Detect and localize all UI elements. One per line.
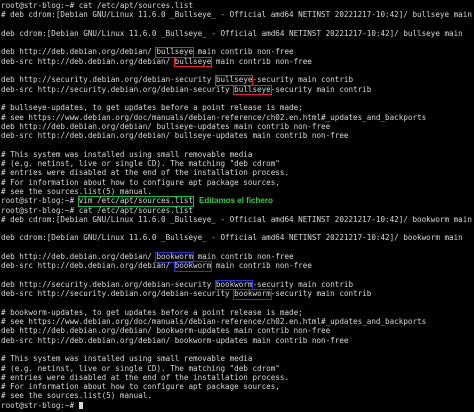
terminal-text: deb http://deb.debian.org/debian/ bookwo…	[1, 326, 331, 336]
terminal-line: deb-src http://deb.debian.org/debian/ bu…	[0, 56, 474, 68]
terminal-line: # deb cdrom:[Debian GNU/Linux 11.6.0 _Bu…	[0, 10, 474, 19]
terminal-line: deb http://security.debian.org/debian-se…	[0, 75, 474, 86]
terminal-line: # For information about how to configure…	[0, 382, 474, 391]
terminal-text: main contrib non-free	[211, 261, 312, 271]
terminal-text: main contrib non-free	[193, 252, 294, 262]
terminal-text: # see https://www.debian.org/doc/manuals…	[1, 317, 427, 327]
terminal-text: # bullseye-updates, to get updates befor…	[1, 103, 303, 113]
terminal-line: deb http://deb.debian.org/debian/ bullse…	[0, 122, 474, 131]
terminal-text: deb-src http://deb.debian.org/debian/	[1, 261, 175, 271]
terminal-line: deb-src http://security.debian.org/debia…	[0, 289, 474, 300]
terminal-line: deb-src http://deb.debian.org/debian/ bu…	[0, 131, 474, 140]
terminal-text: # see the sources.list(5) manual.	[1, 186, 152, 196]
terminal-line: deb-src http://deb.debian.org/debian/ bo…	[0, 336, 474, 345]
terminal-line: # entries were disabled at the end of th…	[0, 168, 474, 177]
terminal-text: # For information about how to configure…	[1, 382, 280, 392]
terminal-line: deb http://deb.debian.org/debian/ bookwo…	[0, 252, 474, 263]
terminal-text: root@str-blog:~#	[1, 400, 79, 410]
terminal-text: deb cdrom:[Debian GNU/Linux 11.6.0 _Bull…	[1, 233, 463, 243]
terminal-text: # This system was installed using small …	[1, 354, 253, 364]
terminal-text: -security main contrib	[270, 84, 372, 94]
terminal-line: # bullseye-updates, to get updates befor…	[0, 103, 474, 112]
terminal-line: deb cdrom:[Debian GNU/Linux 11.6.0 _Bull…	[0, 29, 474, 38]
terminal-line: # see https://www.debian.org/doc/manuals…	[0, 317, 474, 326]
terminal-line: # (e.g. netinst, live or single CD). The…	[0, 364, 474, 373]
terminal-window[interactable]: root@str-blog:~# cat /etc/apt/sources.li…	[0, 0, 474, 412]
terminal-text: deb http://security.debian.org/debian-se…	[1, 75, 216, 85]
highlight-box-red: bullseye	[173, 56, 213, 68]
terminal-text: main contrib non-free	[193, 47, 294, 57]
terminal-text: deb cdrom:[Debian GNU/Linux 11.6.0 _Bull…	[1, 28, 463, 38]
terminal-text: -security main contrib	[270, 289, 372, 299]
terminal-text: # see https://www.debian.org/doc/manuals…	[1, 112, 427, 122]
terminal-text: deb http://security.debian.org/debian-se…	[1, 279, 216, 289]
terminal-text: # (e.g. netinst, live or single CD). The…	[1, 363, 280, 373]
highlight-box-blue: bookworm	[233, 289, 272, 300]
terminal-text: # entries were disabled at the end of th…	[1, 168, 290, 178]
terminal-text: -security main contrib	[252, 75, 354, 85]
cursor-block-icon	[78, 401, 83, 409]
terminal-line: # (e.g. netinst, live or single CD). The…	[0, 159, 474, 168]
terminal-line: # entries were disabled at the end of th…	[0, 373, 474, 382]
terminal-text: deb http://deb.debian.org/debian/	[1, 252, 157, 262]
highlight-box-red: bullseye	[214, 75, 254, 86]
terminal-line: root@str-blog:~# cat /etc/apt/sources.li…	[0, 1, 474, 10]
highlight-box-blue: bookworm	[155, 252, 195, 263]
terminal-text: deb http://deb.debian.org/debian/ bullse…	[1, 121, 331, 131]
terminal-text: deb-src http://deb.debian.org/debian/	[1, 56, 175, 66]
highlight-box-red: bullseye	[233, 84, 272, 96]
terminal-line: deb http://deb.debian.org/debian/ bookwo…	[0, 326, 474, 335]
terminal-text: deb-src http://security.debian.org/debia…	[1, 289, 235, 299]
terminal-line: # see the sources.list(5) manual.	[0, 391, 474, 400]
terminal-text: deb-src http://security.debian.org/debia…	[1, 84, 235, 94]
terminal-line: deb http://security.debian.org/debian-se…	[0, 279, 474, 291]
terminal-text: root@str-blog:~#	[1, 196, 79, 206]
terminal-line: root@str-blog:~# vim /etc/apt/sources.li…	[0, 196, 474, 207]
terminal-text: # For information about how to configure…	[1, 177, 280, 187]
terminal-text: root@str-blog:~# cat /etc/apt/sources.li…	[1, 205, 194, 215]
terminal-text: # (e.g. netinst, live or single CD). The…	[1, 159, 280, 169]
terminal-line: # deb cdrom:[Debian GNU/Linux 11.6.0 _Bu…	[0, 215, 474, 224]
terminal-line: root@str-blog:~# cat /etc/apt/sources.li…	[0, 206, 474, 215]
terminal-line: deb-src http://security.debian.org/debia…	[0, 84, 474, 96]
terminal-text: # This system was installed using small …	[1, 149, 253, 159]
terminal-text: # deb cdrom:[Debian GNU/Linux 11.6.0 _Bu…	[1, 10, 472, 20]
terminal-line: # This system was installed using small …	[0, 354, 474, 363]
highlight-box-green: vim /etc/apt/sources.list	[77, 196, 195, 207]
highlight-box-blue: bookworm	[214, 279, 254, 291]
terminal-line: # see the sources.list(5) manual.	[0, 187, 474, 196]
terminal-line: # For information about how to configure…	[0, 178, 474, 187]
highlight-box-blue: bookworm	[173, 261, 213, 272]
highlight-box-red: bullseye	[155, 47, 195, 58]
terminal-line: root@str-blog:~#	[0, 401, 474, 410]
terminal-text: root@str-blog:~# cat /etc/apt/sources.li…	[1, 1, 194, 10]
terminal-text: deb-src http://deb.debian.org/debian/ bu…	[1, 131, 349, 141]
terminal-text: deb http://deb.debian.org/debian/	[1, 47, 157, 57]
terminal-line: deb-src http://deb.debian.org/debian/ bo…	[0, 261, 474, 272]
terminal-text: # bookworm-updates, to get updates befor…	[1, 307, 303, 317]
terminal-line: # This system was installed using small …	[0, 150, 474, 159]
terminal-line: deb http://deb.debian.org/debian/ bullse…	[0, 47, 474, 58]
terminal-text: deb-src http://deb.debian.org/debian/ bo…	[1, 335, 349, 345]
terminal-line: # bookworm-updates, to get updates befor…	[0, 308, 474, 317]
terminal-text: # deb cdrom:[Debian GNU/Linux 11.6.0 _Bu…	[1, 214, 472, 224]
terminal-line: deb cdrom:[Debian GNU/Linux 11.6.0 _Bull…	[0, 233, 474, 242]
terminal-text: # entries were disabled at the end of th…	[1, 372, 290, 382]
annotation-label: Editamos el fichero	[199, 196, 273, 206]
terminal-text: -security main contrib	[252, 279, 354, 289]
terminal-text: main contrib non-free	[211, 56, 312, 66]
terminal-text: # see the sources.list(5) manual.	[1, 391, 152, 401]
terminal-line: # see https://www.debian.org/doc/manuals…	[0, 113, 474, 122]
